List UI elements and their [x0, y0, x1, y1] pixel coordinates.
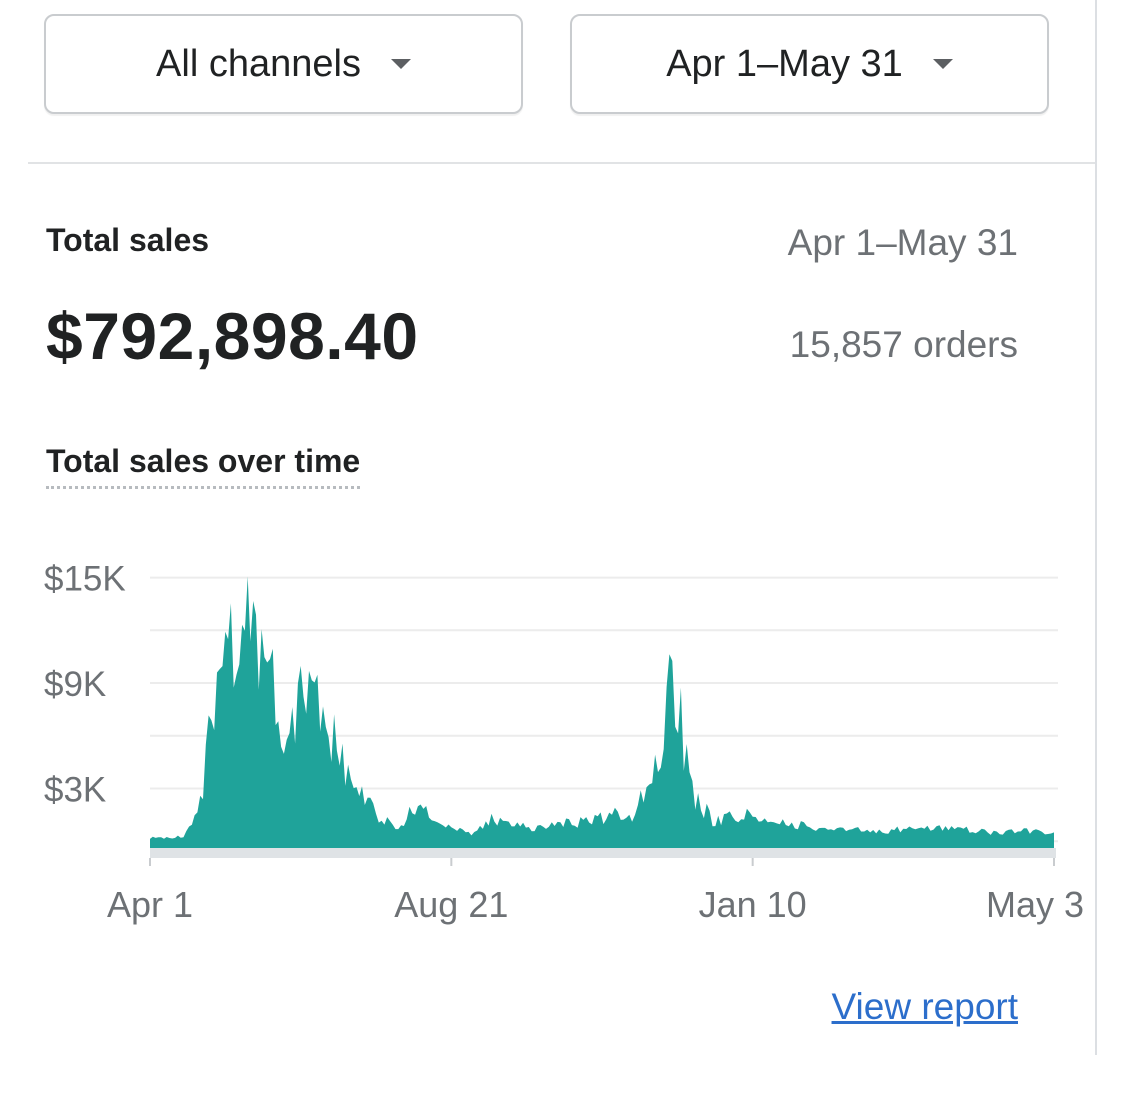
x-tick-label: Apr 1	[107, 884, 193, 925]
date-range-label: Apr 1–May 31	[666, 42, 903, 85]
x-axis-baseline	[150, 848, 1056, 858]
total-sales-label: Total sales	[46, 222, 210, 258]
sales-panel: All channels Apr 1–May 31 Total sales Ap…	[0, 0, 1100, 1113]
y-tick-label: $15K	[44, 560, 126, 599]
x-tick-label: Jan 10	[699, 884, 807, 925]
sales-area-series	[150, 576, 1054, 848]
channel-filter-dropdown[interactable]: All channels	[44, 14, 523, 114]
x-tick-label: May 3	[986, 884, 1084, 925]
orders-count: 15,857 orders	[789, 324, 1018, 365]
date-range-dropdown[interactable]: Apr 1–May 31	[570, 14, 1049, 114]
divider	[28, 162, 1095, 164]
chart-title[interactable]: Total sales over time	[46, 443, 361, 489]
caret-down-icon	[390, 59, 411, 69]
summary-date-range: Apr 1–May 31	[787, 222, 1018, 263]
sales-chart: $15K $9K $3K Apr 1 Aug 21 Jan 10 May 3	[44, 560, 1084, 925]
view-report-link[interactable]: View report	[832, 986, 1018, 1028]
y-tick-label: $3K	[44, 770, 106, 809]
channel-filter-label: All channels	[156, 42, 361, 85]
y-tick-label: $9K	[44, 665, 106, 704]
caret-down-icon	[932, 59, 953, 69]
total-sales-amount: $792,898.40	[46, 299, 419, 373]
x-tick-label: Aug 21	[394, 884, 508, 925]
